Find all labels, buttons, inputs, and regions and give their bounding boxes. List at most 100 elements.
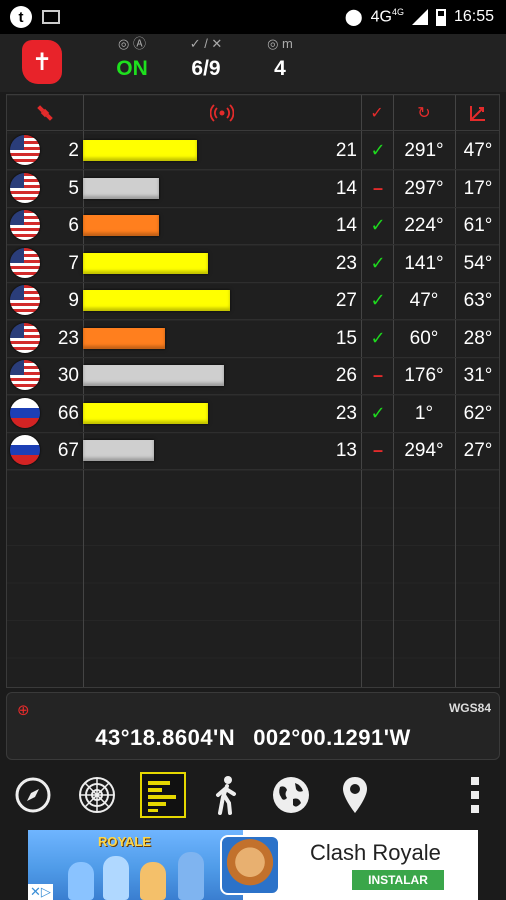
location-icon: ⬤ — [344, 9, 363, 26]
ad-install-button[interactable]: INSTALAR — [352, 870, 444, 890]
ad-character — [68, 862, 94, 900]
elevation-value: 17° — [463, 177, 493, 199]
usa-flag-icon — [10, 247, 40, 278]
signal-strength-value: 26 — [335, 365, 357, 386]
elevation-value: 63° — [463, 290, 493, 311]
accuracy-icons: ◎ m — [267, 36, 293, 51]
globe-icon[interactable] — [268, 772, 314, 818]
signal-bar — [83, 440, 154, 461]
used-check-icon: ✓ — [370, 215, 386, 235]
signal-strength-value: 14 — [335, 215, 357, 236]
battery-icon — [435, 8, 446, 26]
not-used-dash-icon: – — [372, 365, 383, 385]
table-header: ✓ ↻ — [7, 95, 499, 131]
ad-character — [140, 862, 166, 900]
used-check-icon: ✓ — [370, 290, 386, 310]
signal-strength-value: 27 — [335, 290, 357, 311]
satellites-used-count: ✓ / ✕ 6/9 — [172, 34, 240, 84]
fix-status-icons: ◎ Ⓐ — [118, 36, 146, 51]
usa-flag-icon — [10, 172, 40, 203]
elevation-value: 54° — [463, 252, 493, 274]
app-logo[interactable]: ✝ — [22, 40, 62, 84]
not-used-dash-icon: – — [372, 440, 383, 460]
azimuth-value: 224° — [404, 215, 444, 236]
longitude-value: 002°00.1291'W — [253, 725, 411, 750]
ad-artwork[interactable]: ROYALE — [28, 830, 243, 900]
elevation-value: 47° — [463, 140, 493, 161]
signal-bar — [83, 290, 230, 311]
azimuth-value: 60° — [409, 327, 439, 349]
elevation-icon[interactable] — [455, 95, 501, 130]
compass-icon[interactable] — [10, 772, 56, 818]
used-check-icon: ✓ — [370, 140, 386, 160]
used-check-icon: ✓ — [370, 402, 386, 423]
ad-app-icon[interactable] — [220, 835, 280, 895]
signal-strength-icon[interactable] — [83, 95, 361, 130]
satellites-icons: ✓ / ✕ — [189, 36, 223, 51]
satellite-row[interactable]: 66 23 ✓ 1° 62° — [7, 395, 499, 433]
russia-flag-icon — [10, 435, 40, 465]
signal-bar — [83, 252, 208, 274]
satellite-icon[interactable] — [7, 95, 83, 130]
ad-character — [103, 856, 129, 900]
usa-flag-icon — [10, 360, 40, 390]
ad-art-logo: ROYALE — [98, 834, 151, 849]
satellite-id: 30 — [57, 365, 79, 386]
walk-icon[interactable] — [204, 772, 250, 818]
clock: 16:55 — [453, 8, 494, 25]
azimuth-value: 294° — [404, 440, 444, 461]
used-in-fix-icon[interactable]: ✓ — [361, 95, 393, 130]
signal-bar — [83, 327, 165, 349]
usa-flag-icon — [10, 135, 40, 165]
datum-label: WGS84 — [448, 701, 491, 715]
elevation-value: 28° — [463, 327, 493, 349]
signal-strength-value: 23 — [335, 252, 357, 274]
azimuth-value: 47° — [409, 290, 439, 311]
azimuth-value: 297° — [404, 177, 444, 199]
azimuth-value: 176° — [404, 365, 444, 386]
signal-icon — [411, 9, 428, 25]
usa-flag-icon — [10, 322, 40, 353]
satellite-row[interactable]: 23 15 ✓ 60° 28° — [7, 320, 499, 358]
signal-bars-icon[interactable] — [140, 772, 186, 818]
azimuth-value: 141° — [404, 252, 444, 274]
satellite-row[interactable]: 7 23 ✓ 141° 54° — [7, 245, 499, 283]
network-type: 4G4G — [370, 7, 404, 26]
radar-icon[interactable] — [74, 772, 120, 818]
azimuth-value: 291° — [404, 140, 444, 161]
signal-bar — [83, 365, 224, 386]
satellite-row[interactable]: 67 13– 294° 27° — [7, 432, 499, 470]
signal-strength-value: 21 — [335, 140, 357, 161]
satellite-table: ✓ ↻ 2 21 ✓ 291° 47° 5 14–297° 17° 6 14 ✓ 224° 61° 7 23… — [6, 94, 500, 688]
globe-icon: ⊕ — [17, 702, 30, 719]
ad-title[interactable]: Clash Royale — [310, 840, 441, 866]
ad-banner[interactable]: ROYALE Clash Royale INSTALAR ✕▷ — [28, 830, 478, 900]
bottom-toolbar — [0, 766, 506, 826]
satellite-row[interactable]: 5 14–297° 17° — [7, 170, 499, 208]
not-used-dash-icon: – — [372, 177, 383, 198]
satellite-row[interactable]: 2 21 ✓ 291° 47° — [7, 132, 499, 170]
signal-strength-value: 14 — [335, 177, 357, 199]
satellite-id: 66 — [57, 402, 79, 424]
elevation-value: 31° — [463, 365, 493, 386]
signal-strength-value: 15 — [335, 327, 357, 349]
signal-bar — [83, 140, 197, 161]
ad-close-icon[interactable]: ✕▷ — [28, 884, 53, 900]
gps-fix-status: ◎ Ⓐ ON — [100, 34, 164, 84]
azimuth-value: 1° — [414, 402, 434, 424]
satellite-id: 6 — [68, 215, 79, 236]
used-check-icon: ✓ — [370, 252, 386, 273]
position-panel: ⊕ WGS84 43°18.8604'N 002°00.1291'W — [6, 692, 500, 760]
more-vert-icon[interactable] — [452, 772, 498, 818]
satellite-row[interactable]: 6 14 ✓ 224° 61° — [7, 207, 499, 245]
tapatalk-notification-icon: t — [10, 6, 32, 28]
elevation-value: 27° — [463, 440, 493, 461]
azimuth-icon[interactable]: ↻ — [393, 95, 455, 130]
satellites-value: 6/9 — [191, 57, 221, 80]
signal-strength-value: 23 — [335, 402, 357, 424]
image-notification-icon — [42, 10, 60, 24]
map-pin-icon[interactable] — [332, 772, 378, 818]
satellite-row[interactable]: 9 27 ✓ 47° 63° — [7, 282, 499, 320]
satellite-row[interactable]: 30 26– 176° 31° — [7, 357, 499, 395]
fix-status-value: ON — [116, 57, 148, 80]
